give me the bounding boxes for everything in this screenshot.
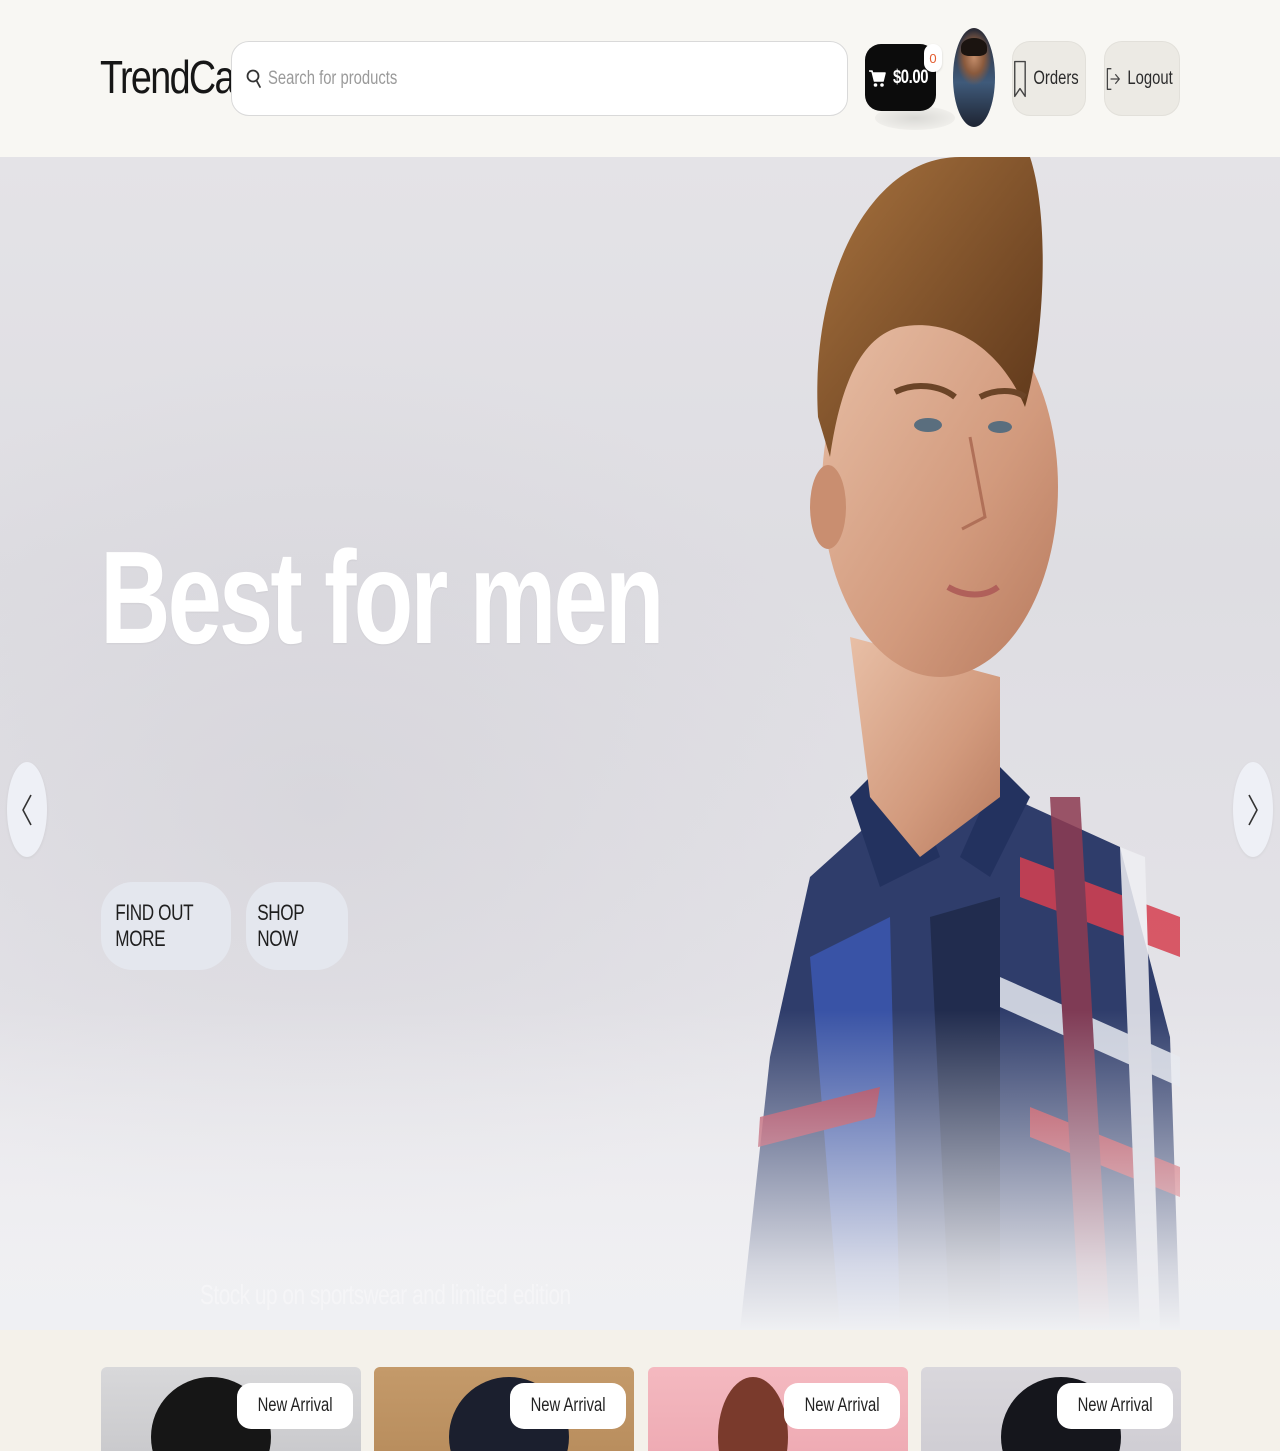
hero-bottom-fade [0, 1010, 1280, 1330]
find-out-more-button[interactable]: FIND OUT MORE [101, 882, 231, 970]
logout-button[interactable]: Logout [1104, 41, 1180, 116]
badge-label: New Arrival [257, 1395, 333, 1416]
product-card[interactable]: New Arrival [648, 1367, 908, 1451]
search-bar[interactable] [231, 41, 848, 116]
new-arrival-badge: New Arrival [236, 1383, 353, 1429]
badge-label: New Arrival [1077, 1395, 1153, 1416]
orders-label: Orders [1033, 67, 1079, 89]
badge-label: New Arrival [530, 1395, 606, 1416]
shop-now-button[interactable]: SHOP NOW [246, 882, 348, 970]
hero-subtitle-wrap: Stock up on sportswear and limited editi… [100, 712, 571, 1310]
hero-subtitle: Stock up on sportswear and limited editi… [200, 1279, 571, 1310]
carousel-prev-button[interactable] [7, 762, 47, 857]
search-icon [246, 69, 261, 88]
logout-label: Logout [1127, 67, 1173, 89]
cart-total: $0.00 [892, 66, 929, 88]
cart-icon [868, 69, 886, 87]
carousel-next-button[interactable] [1233, 762, 1273, 857]
new-arrival-badge: New Arrival [509, 1383, 626, 1429]
orders-button[interactable]: Orders [1012, 41, 1086, 116]
product-card[interactable]: New Arrival [374, 1367, 634, 1451]
product-card[interactable]: New Arrival [101, 1367, 361, 1451]
logout-icon [1106, 67, 1120, 90]
avatar[interactable] [953, 28, 995, 127]
shop-now-label: SHOP NOW [257, 900, 304, 951]
new-arrival-badge: New Arrival [1056, 1383, 1173, 1429]
badge-label: New Arrival [804, 1395, 880, 1416]
site-header: TrendCart $0.00 0 Orders Logout [0, 0, 1280, 157]
search-input[interactable] [268, 67, 705, 90]
hero-carousel: Best for men Stock up on sportswear and … [0, 157, 1280, 1330]
find-out-more-label: FIND OUT MORE [115, 900, 193, 951]
product-grid: New Arrival New Arrival New Arrival New … [0, 1330, 1280, 1451]
bookmark-icon [1014, 60, 1026, 97]
new-arrival-badge: New Arrival [783, 1383, 900, 1429]
product-card[interactable]: New Arrival [921, 1367, 1181, 1451]
chevron-right-icon [1248, 794, 1258, 825]
hero-title: Best for men [100, 524, 664, 671]
cart-count-badge: 0 [924, 44, 942, 72]
chevron-left-icon [22, 794, 32, 825]
